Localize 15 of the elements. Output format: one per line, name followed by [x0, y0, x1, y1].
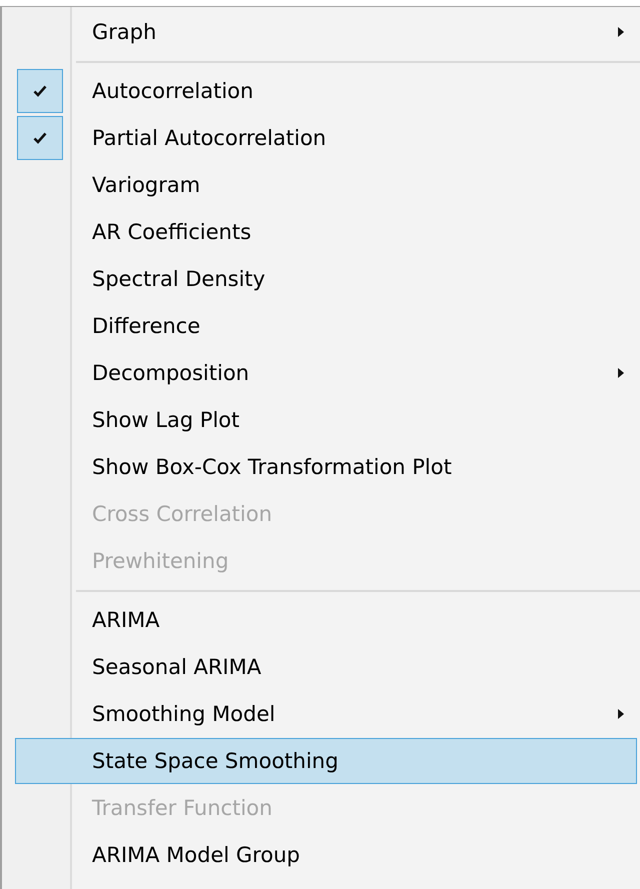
menu-item[interactable]: Graph [15, 9, 637, 55]
menu-item[interactable]: Partial Autocorrelation [15, 115, 637, 161]
menu-item[interactable]: AR Coefficients [15, 209, 637, 255]
menu-item[interactable]: Difference [15, 303, 637, 349]
menu-item[interactable]: State Space Smoothing [15, 738, 637, 784]
menu-item[interactable]: Smoothing Model [15, 691, 637, 737]
menu-item[interactable]: Variogram [15, 162, 637, 208]
menu-item[interactable]: ARIMA Model Group [15, 832, 637, 878]
menu-item[interactable]: Seasonal ARIMA [15, 644, 637, 690]
menu-item[interactable]: Autocorrelation [15, 68, 637, 114]
menu-item[interactable]: Spectral Density [15, 256, 637, 302]
menu-item[interactable]: Show Lag Plot [15, 397, 637, 443]
menu-item[interactable]: Decomposition [15, 350, 637, 396]
menu-item[interactable]: Show Box-Cox Transformation Plot [15, 444, 637, 490]
menu-item[interactable]: ARIMA [15, 597, 637, 643]
